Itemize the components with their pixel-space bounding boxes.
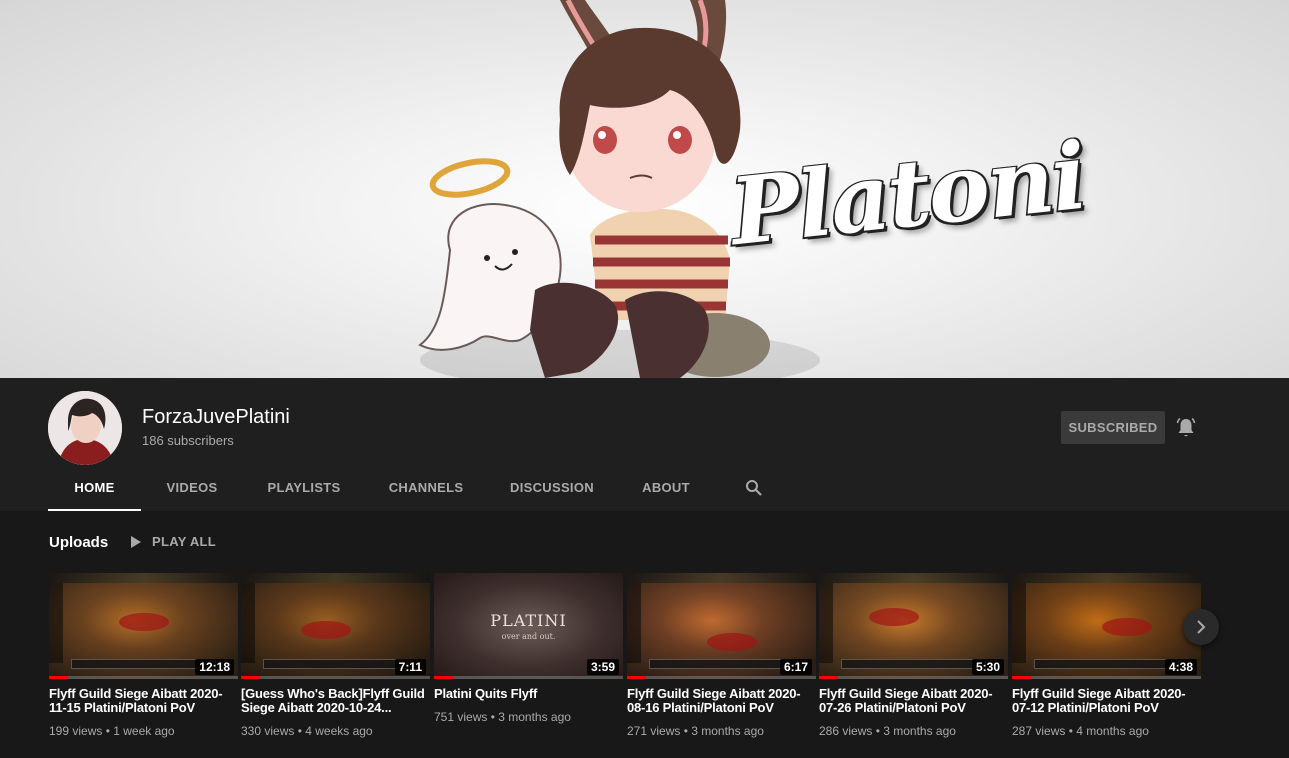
subscribed-button[interactable]: SUBSCRIBED	[1061, 411, 1165, 444]
video-meta: 287 views • 4 months ago	[1012, 724, 1149, 738]
play-all-label: PLAY ALL	[152, 534, 217, 549]
video-thumbnail[interactable]: 5:30	[819, 573, 1008, 679]
video-title[interactable]: Flyff Guild Siege Aibatt 2020-08-16 Plat…	[627, 687, 816, 715]
video-card[interactable]: 4:38 Flyff Guild Siege Aibatt 2020-07-12…	[1012, 573, 1201, 738]
tab-about[interactable]: ABOUT	[617, 474, 715, 511]
video-title[interactable]: Flyff Guild Siege Aibatt 2020-07-26 Plat…	[819, 687, 1008, 715]
watch-progress-track	[627, 676, 816, 679]
channel-name[interactable]: ForzaJuvePlatini	[142, 406, 290, 429]
channel-banner: Platoni	[0, 0, 1289, 378]
watch-progress	[434, 676, 453, 679]
video-card[interactable]: 12:18 Flyff Guild Siege Aibatt 2020-11-1…	[49, 573, 238, 738]
watch-progress	[819, 676, 838, 679]
video-thumbnail[interactable]: PLATINI over and out. 3:59	[434, 573, 623, 679]
search-icon[interactable]	[745, 479, 763, 497]
video-meta: 751 views • 3 months ago	[434, 710, 571, 724]
video-thumbnail[interactable]: 4:38	[1012, 573, 1201, 679]
video-duration: 6:17	[779, 659, 812, 675]
watch-progress-track	[1012, 676, 1201, 679]
tab-videos[interactable]: VIDEOS	[141, 474, 243, 511]
tab-home[interactable]: HOME	[48, 474, 141, 511]
watch-progress-track	[434, 676, 623, 679]
watch-progress	[241, 676, 260, 679]
bell-icon[interactable]	[1174, 416, 1198, 440]
thumbnail-subtitle: over and out.	[501, 632, 556, 641]
video-duration: 7:11	[394, 659, 426, 675]
video-card[interactable]: PLATINI over and out. 3:59 Platini Quits…	[434, 573, 623, 724]
banner-artwork	[418, 0, 820, 378]
subscriber-count: 186 subscribers	[142, 433, 234, 448]
tab-discussion[interactable]: DISCUSSION	[487, 474, 617, 511]
tab-channels[interactable]: CHANNELS	[365, 474, 487, 511]
channel-avatar[interactable]	[48, 391, 122, 465]
watch-progress-track	[49, 676, 238, 679]
video-card[interactable]: 6:17 Flyff Guild Siege Aibatt 2020-08-16…	[627, 573, 816, 738]
video-meta: 271 views • 3 months ago	[627, 724, 764, 738]
home-content: Uploads PLAY ALL 12:18 Flyff Guild Siege…	[0, 511, 1289, 758]
video-title[interactable]: [Guess Who's Back]Flyff Guild Siege Aiba…	[241, 687, 430, 715]
video-meta: 330 views • 4 weeks ago	[241, 724, 373, 738]
video-duration: 3:59	[586, 659, 619, 675]
chevron-right-icon	[1197, 620, 1206, 634]
video-title[interactable]: Flyff Guild Siege Aibatt 2020-11-15 Plat…	[49, 687, 238, 715]
channel-tabs: HOME VIDEOS PLAYLISTS CHANNELS DISCUSSIO…	[48, 474, 715, 511]
video-thumbnail[interactable]: 7:11	[241, 573, 430, 679]
video-title[interactable]: Flyff Guild Siege Aibatt 2020-07-12 Plat…	[1012, 687, 1201, 715]
video-meta: 199 views • 1 week ago	[49, 724, 175, 738]
video-duration: 12:18	[195, 659, 234, 675]
play-icon	[131, 535, 141, 548]
watch-progress-track	[241, 676, 430, 679]
video-thumbnail[interactable]: 6:17	[627, 573, 816, 679]
video-card[interactable]: 5:30 Flyff Guild Siege Aibatt 2020-07-26…	[819, 573, 1008, 738]
uploads-title[interactable]: Uploads	[49, 534, 108, 551]
channel-header: ForzaJuvePlatini 186 subscribers SUBSCRI…	[0, 378, 1289, 511]
watch-progress	[627, 676, 646, 679]
video-thumbnail[interactable]: 12:18	[49, 573, 238, 679]
video-card[interactable]: 7:11 [Guess Who's Back]Flyff Guild Siege…	[241, 573, 430, 738]
watch-progress	[1012, 676, 1031, 679]
watch-progress	[49, 676, 68, 679]
uploads-shelf: 12:18 Flyff Guild Siege Aibatt 2020-11-1…	[49, 573, 1201, 753]
video-duration: 4:38	[1164, 659, 1197, 675]
video-title[interactable]: Platini Quits Flyff	[434, 687, 623, 701]
thumbnail-title: PLATINI	[490, 611, 567, 630]
tab-playlists[interactable]: PLAYLISTS	[243, 474, 365, 511]
shelf-next-button[interactable]	[1183, 609, 1219, 645]
video-meta: 286 views • 3 months ago	[819, 724, 956, 738]
video-duration: 5:30	[971, 659, 1004, 675]
play-all-button[interactable]: PLAY ALL	[128, 534, 216, 549]
watch-progress-track	[819, 676, 1008, 679]
